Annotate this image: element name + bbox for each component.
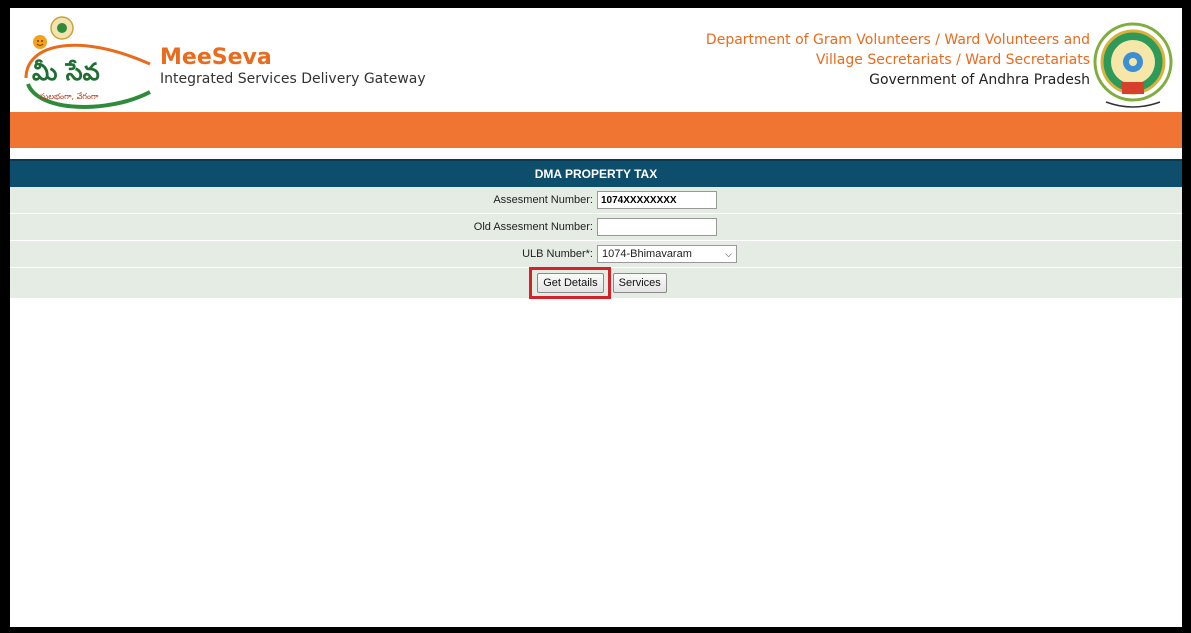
government-name: Government of Andhra Pradesh	[869, 72, 1090, 88]
ap-emblem	[1092, 14, 1174, 114]
department-line-2: Village Secretariats / Ward Secretariats	[815, 52, 1090, 68]
ulb-number-cell: 1074-Bhimavaram ⌵	[597, 245, 1182, 263]
brand-title: MeeSeva	[160, 45, 272, 70]
old-assessment-number-cell	[597, 218, 1182, 236]
old-assessment-number-input[interactable]	[597, 218, 717, 236]
services-button[interactable]: Services	[612, 273, 667, 293]
assessment-number-label: Assesment Number:	[493, 194, 593, 206]
ulb-number-row: ULB Number*: 1074-Bhimavaram ⌵	[10, 241, 1182, 268]
brand-subtitle: Integrated Services Delivery Gateway	[160, 71, 426, 87]
assessment-number-input[interactable]	[597, 191, 717, 209]
button-group: Get Details Services	[529, 267, 667, 299]
ap-emblem-icon	[1093, 22, 1173, 108]
orange-banner	[10, 112, 1182, 148]
content-area	[10, 299, 1182, 627]
logo-telugu-text: మీ సేవ	[32, 58, 100, 86]
button-row: Get Details Services	[10, 267, 1182, 299]
ulb-number-select[interactable]: 1074-Bhimavaram ⌵	[597, 245, 737, 263]
ulb-number-selected-value: 1074-Bhimavaram	[602, 248, 692, 260]
old-assessment-number-row: Old Assesment Number:	[10, 214, 1182, 241]
get-details-button[interactable]: Get Details	[537, 273, 604, 293]
department-info: Department of Gram Volunteers / Ward Vol…	[706, 30, 1090, 90]
chevron-down-icon: ⌵	[725, 248, 732, 259]
assessment-number-cell	[597, 191, 1182, 209]
form-title: DMA PROPERTY TAX	[10, 159, 1182, 187]
assessment-number-row: Assesment Number:	[10, 187, 1182, 214]
department-line-1: Department of Gram Volunteers / Ward Vol…	[705, 32, 1090, 48]
brand: MeeSeva Integrated Services Delivery Gat…	[160, 46, 426, 88]
logo-tagline: సులభంగా, వేగంగా	[40, 92, 99, 101]
page-frame: మీ సేవ సులభంగా, వేగంగా MeeSeva Integrate…	[0, 0, 1191, 633]
highlight-box: Get Details	[529, 267, 611, 299]
spacer	[10, 148, 1182, 159]
ulb-number-label: ULB Number*:	[522, 248, 593, 260]
meeseva-logo[interactable]: మీ సేవ సులభంగా, వేగంగా	[18, 14, 158, 114]
old-assessment-number-label: Old Assesment Number:	[473, 221, 593, 233]
site-header: మీ సేవ సులభంగా, వేగంగా MeeSeva Integrate…	[10, 8, 1182, 112]
